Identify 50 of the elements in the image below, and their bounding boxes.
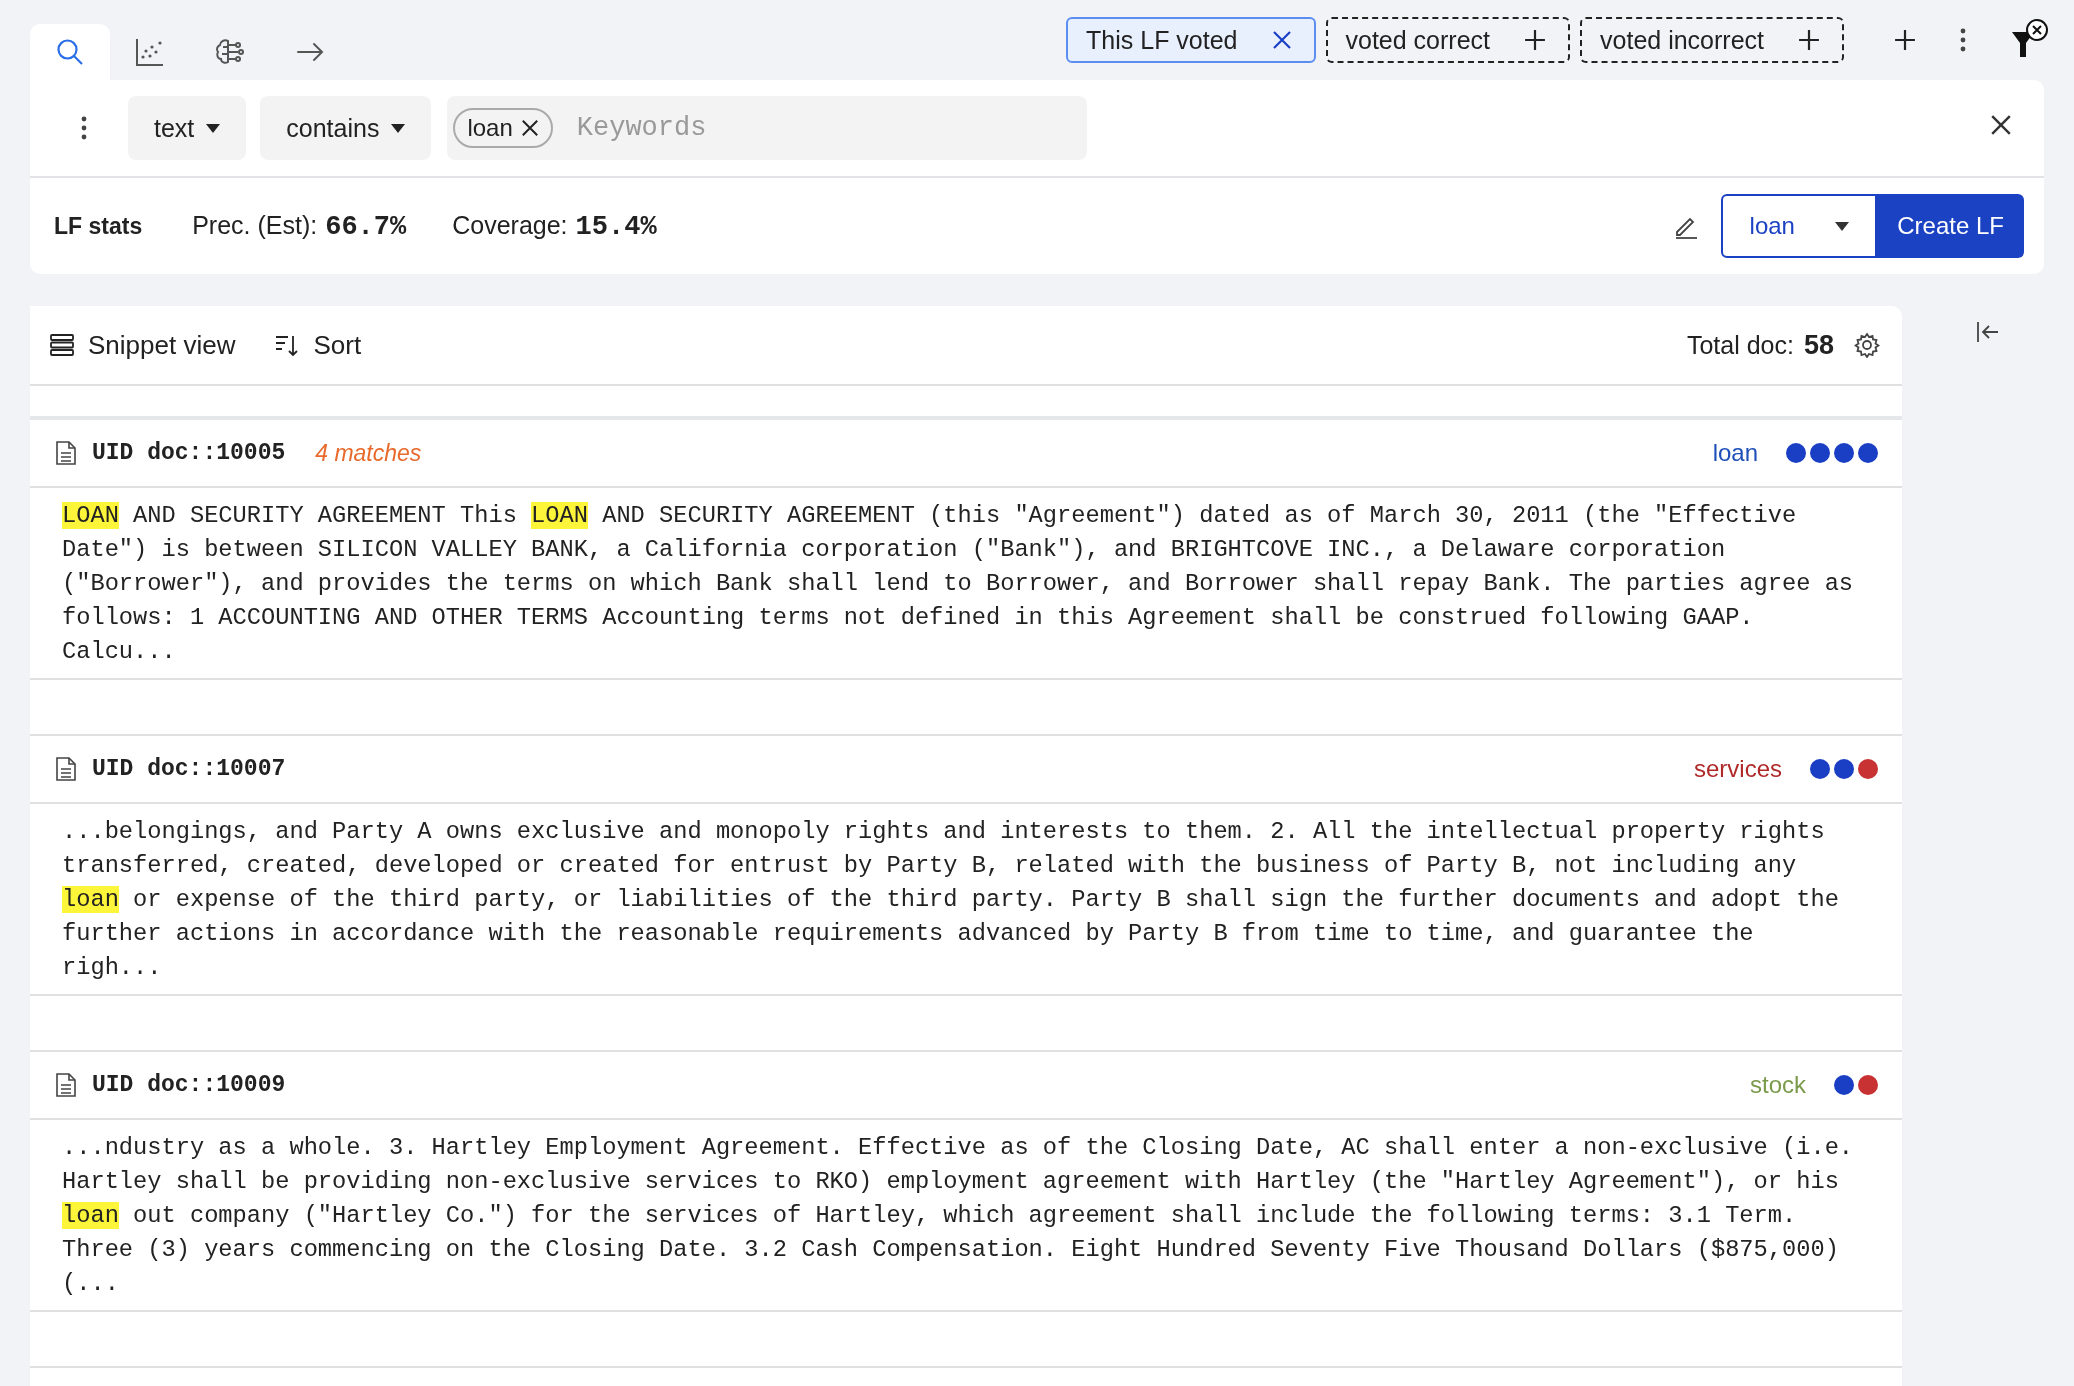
label-name: stock <box>1750 1071 1806 1099</box>
close-icon[interactable] <box>520 119 539 137</box>
document-icon <box>56 441 76 465</box>
filter-chip[interactable]: voted correct <box>1325 17 1571 63</box>
nav-tab[interactable] <box>30 24 110 80</box>
document-icon <box>56 757 76 781</box>
close-icon[interactable] <box>1990 114 2012 136</box>
sort-button[interactable]: Sort <box>275 329 362 361</box>
plus-icon[interactable] <box>1524 29 1547 51</box>
caret-icon <box>1834 221 1849 231</box>
label-name: loan <box>1712 439 1758 467</box>
match-count: 4 matches <box>315 439 422 467</box>
snippet-view-button[interactable]: Snippet view <box>50 329 236 361</box>
precision-label: Prec. (Est): <box>192 210 318 240</box>
scatter-plot-icon <box>135 37 165 67</box>
brain-network-icon <box>214 37 246 67</box>
total-label: Total doc: <box>1686 330 1794 360</box>
coverage-label: Coverage: <box>452 210 568 240</box>
list-icon <box>50 334 74 356</box>
operator-dropdown[interactable]: contains <box>260 96 432 160</box>
sort-icon <box>275 333 300 357</box>
search-icon <box>55 37 85 67</box>
document-icon <box>56 1073 76 1097</box>
document-id: UID doc::10007 <box>92 756 286 782</box>
plus-icon[interactable] <box>1894 29 1916 51</box>
keyword-field[interactable]: loan Keywords <box>447 96 1088 160</box>
coverage-value: 15.4% <box>575 211 657 242</box>
collapse-icon[interactable] <box>1976 320 2000 344</box>
document-snippet: ...belongings, and Party A owns exclusive and monopoly rights and interests to them. 2. All the intellectual property rights transferred, created, developed or created for entrust by Party B, related with the business of Party B, not including any loan or expense of the third party, or liabilities of the third party. Party B shall sign the further documents and adopt the further actions in accordance with the reasonable requirements advanced by Party B from time to time, and guarantee the righ... <box>30 804 1902 996</box>
stats-title: LF stats <box>54 212 143 240</box>
more-icon[interactable] <box>1960 28 1966 52</box>
plus-icon[interactable] <box>1798 29 1820 51</box>
document-id: UID doc::10009 <box>92 1072 286 1098</box>
keyword-tag[interactable]: loan <box>453 108 553 148</box>
document-snippet: LOAN AND SECURITY AGREEMENT This LOAN AND SECURITY AGREEMENT (this "Agreement") dated as of March 30, 2011 (the "Effective Date") is between SILICON VALLEY BANK, a California corporation ("Bank"), and BRIGHTCOVE INC., a Delaware corporation ("Borrower"), and provides the terms on which Bank shall lend to Borrower, and Borrower shall repay Bank. The parties agree as follows: 1 ACCOUNTING AND OTHER TERMS Accounting terms not defined in this Agreement shall be construed following GAAP. Calcu... <box>30 488 1902 680</box>
total-value: 58 <box>1803 329 1834 361</box>
field-dropdown[interactable]: text <box>128 96 247 160</box>
caret-icon <box>391 123 406 133</box>
document-id: UID doc::10005 <box>92 440 286 466</box>
create-lf-button[interactable]: Create LF <box>1877 194 2024 258</box>
filter-chip[interactable]: voted incorrect <box>1580 17 1844 63</box>
label-dropdown[interactable]: loan <box>1721 194 1878 258</box>
close-icon[interactable] <box>1271 30 1292 50</box>
more-icon[interactable] <box>81 116 87 140</box>
document-snippet: ...ndustry as a whole. 3. Hartley Employment Agreement. Effective as of the Closing Date, AC shall enter a non-exclusive (i.e. Hartley shall be providing non-exclusive services to RKO) employment agreement with Hartley (the "Hartley Agreement"), or his loan out company ("Hartley Co.") for the services of Hartley, which agreement shall include the following terms: 3.1 Term. Three (3) years commencing on the Closing Date. 3.2 Cash Compensation. Eight Hundred Seventy Five Thousand Dollars ($875,000) (... <box>30 1120 1902 1312</box>
settings-icon[interactable] <box>1854 332 1880 358</box>
caret-icon <box>206 123 221 133</box>
label-name: services <box>1693 755 1782 783</box>
precision-value: 66.7% <box>325 211 407 242</box>
filter-chip[interactable]: This LF voted <box>1066 17 1316 63</box>
